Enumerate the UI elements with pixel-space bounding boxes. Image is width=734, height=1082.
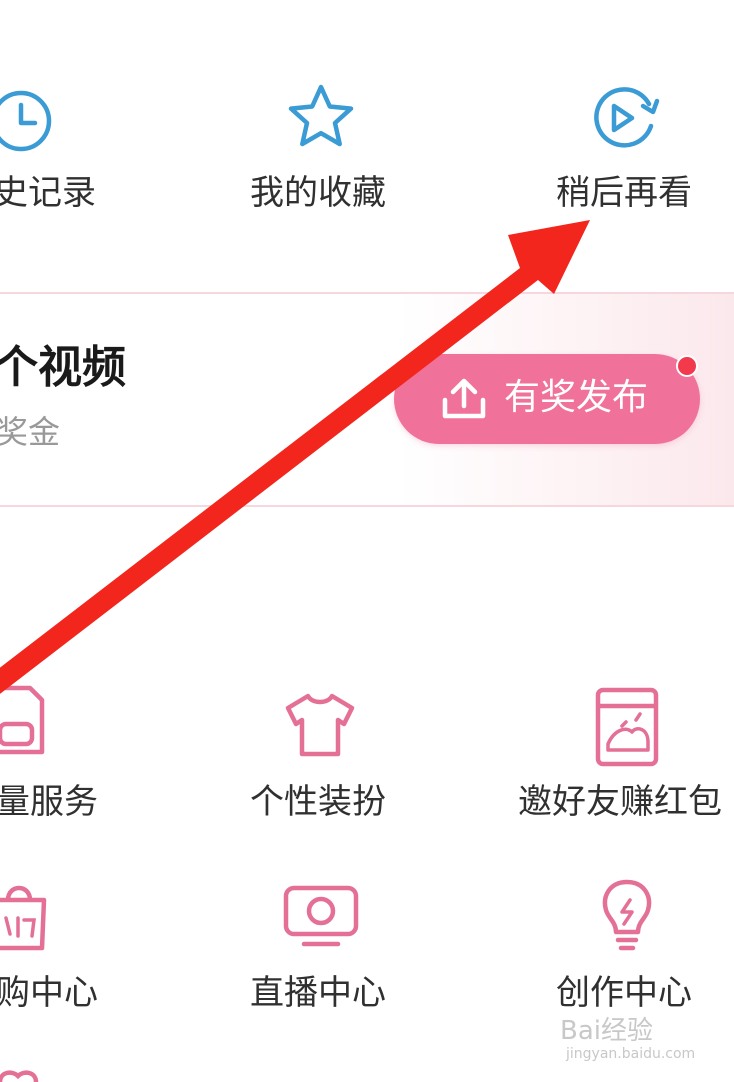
annotation-arrow xyxy=(0,220,590,694)
watermark-url: jingyan.baidu.com xyxy=(566,1046,696,1062)
baidu-watermark: Bai经验 xyxy=(560,1016,653,1046)
